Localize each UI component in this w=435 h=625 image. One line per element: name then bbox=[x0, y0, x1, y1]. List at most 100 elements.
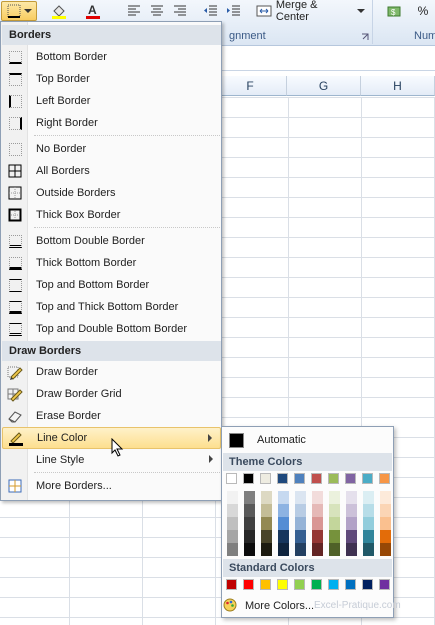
theme-shade-swatch[interactable] bbox=[295, 517, 306, 530]
automatic-color-item[interactable]: Automatic bbox=[223, 429, 392, 451]
menu-item-draw-border-grid[interactable]: Draw Border Grid bbox=[2, 383, 221, 405]
standard-swatch[interactable] bbox=[379, 579, 390, 590]
column-header-g[interactable]: G bbox=[287, 76, 361, 96]
theme-shade-swatch[interactable] bbox=[363, 530, 374, 543]
theme-shade-swatch[interactable] bbox=[329, 543, 340, 556]
theme-shade-swatch[interactable] bbox=[380, 543, 391, 556]
theme-shade-swatch[interactable] bbox=[295, 543, 306, 556]
percent-style-button[interactable]: % bbox=[414, 1, 432, 21]
theme-shade-swatch[interactable] bbox=[227, 530, 238, 543]
theme-shade-swatch[interactable] bbox=[312, 491, 323, 504]
standard-swatch[interactable] bbox=[362, 579, 373, 590]
theme-shade-swatch[interactable] bbox=[295, 491, 306, 504]
theme-shade-swatch[interactable] bbox=[244, 491, 255, 504]
theme-shade-swatch[interactable] bbox=[261, 491, 272, 504]
menu-item-top-thick-bottom-border[interactable]: Top and Thick Bottom Border bbox=[2, 296, 221, 318]
menu-item-bottom-border[interactable]: Bottom Border bbox=[2, 46, 221, 68]
theme-shade-swatch[interactable] bbox=[278, 543, 289, 556]
theme-shade-swatch[interactable] bbox=[346, 504, 357, 517]
theme-shade-swatch[interactable] bbox=[346, 530, 357, 543]
menu-item-more-borders[interactable]: More Borders... bbox=[2, 475, 221, 497]
theme-shade-swatch[interactable] bbox=[312, 517, 323, 530]
menu-item-erase-border[interactable]: Erase Border bbox=[2, 405, 221, 427]
theme-shade-swatch[interactable] bbox=[363, 491, 374, 504]
menu-item-all-borders[interactable]: All Borders bbox=[2, 160, 221, 182]
standard-swatch[interactable] bbox=[277, 579, 288, 590]
menu-item-draw-border[interactable]: Draw Border bbox=[2, 361, 221, 383]
align-center-button[interactable] bbox=[147, 1, 167, 21]
theme-shade-swatch[interactable] bbox=[329, 530, 340, 543]
standard-swatch[interactable] bbox=[345, 579, 356, 590]
theme-swatch[interactable] bbox=[345, 473, 356, 484]
theme-shade-swatch[interactable] bbox=[329, 491, 340, 504]
menu-item-top-border[interactable]: Top Border bbox=[2, 68, 221, 90]
theme-shade-swatch[interactable] bbox=[278, 517, 289, 530]
menu-item-line-style[interactable]: Line Style bbox=[2, 449, 221, 471]
align-right-button[interactable] bbox=[170, 1, 190, 21]
menu-item-bottom-double-border[interactable]: Bottom Double Border bbox=[2, 230, 221, 252]
menu-item-left-border[interactable]: Left Border bbox=[2, 90, 221, 112]
theme-shade-swatch[interactable] bbox=[278, 491, 289, 504]
standard-swatch[interactable] bbox=[243, 579, 254, 590]
menu-item-right-border[interactable]: Right Border bbox=[2, 112, 221, 134]
theme-shade-swatch[interactable] bbox=[278, 530, 289, 543]
theme-shade-swatch[interactable] bbox=[380, 517, 391, 530]
theme-shade-swatch[interactable] bbox=[312, 504, 323, 517]
theme-shade-swatch[interactable] bbox=[227, 504, 238, 517]
theme-shade-swatch[interactable] bbox=[295, 530, 306, 543]
font-color-button[interactable]: A bbox=[78, 1, 108, 21]
align-left-button[interactable] bbox=[124, 1, 144, 21]
menu-item-top-double-bottom-border[interactable]: Top and Double Bottom Border bbox=[2, 318, 221, 340]
theme-swatch[interactable] bbox=[328, 473, 339, 484]
merge-center-button[interactable]: Merge & Center bbox=[253, 0, 365, 23]
theme-shade-swatch[interactable] bbox=[312, 543, 323, 556]
column-header-h[interactable]: H bbox=[361, 76, 435, 96]
theme-shade-swatch[interactable] bbox=[346, 491, 357, 504]
standard-swatch[interactable] bbox=[311, 579, 322, 590]
standard-swatch[interactable] bbox=[226, 579, 237, 590]
theme-swatch[interactable] bbox=[379, 473, 390, 484]
menu-item-thick-bottom-border[interactable]: Thick Bottom Border bbox=[2, 252, 221, 274]
theme-swatch[interactable] bbox=[226, 473, 237, 484]
theme-swatch[interactable] bbox=[311, 473, 322, 484]
increase-indent-button[interactable] bbox=[223, 1, 243, 21]
fill-color-button[interactable] bbox=[44, 1, 74, 21]
theme-shade-swatch[interactable] bbox=[227, 543, 238, 556]
theme-shade-swatch[interactable] bbox=[261, 517, 272, 530]
theme-shade-swatch[interactable] bbox=[278, 504, 289, 517]
theme-shade-swatch[interactable] bbox=[244, 517, 255, 530]
theme-shade-swatch[interactable] bbox=[261, 530, 272, 543]
theme-shade-swatch[interactable] bbox=[244, 504, 255, 517]
theme-shade-swatch[interactable] bbox=[346, 543, 357, 556]
menu-item-top-bottom-border[interactable]: Top and Bottom Border bbox=[2, 274, 221, 296]
theme-shade-swatch[interactable] bbox=[227, 491, 238, 504]
standard-swatch[interactable] bbox=[260, 579, 271, 590]
theme-shade-swatch[interactable] bbox=[380, 491, 391, 504]
standard-swatch[interactable] bbox=[328, 579, 339, 590]
column-header-f[interactable]: F bbox=[214, 76, 287, 96]
theme-shade-swatch[interactable] bbox=[261, 543, 272, 556]
theme-shade-swatch[interactable] bbox=[312, 530, 323, 543]
menu-item-thick-box-border[interactable]: Thick Box Border bbox=[2, 204, 221, 226]
theme-shade-swatch[interactable] bbox=[363, 504, 374, 517]
decrease-indent-button[interactable] bbox=[200, 1, 220, 21]
theme-shade-swatch[interactable] bbox=[295, 504, 306, 517]
theme-shade-swatch[interactable] bbox=[380, 530, 391, 543]
menu-item-no-border[interactable]: No Border bbox=[2, 138, 221, 160]
theme-shade-swatch[interactable] bbox=[346, 517, 357, 530]
theme-swatch[interactable] bbox=[294, 473, 305, 484]
borders-dropdown-button[interactable] bbox=[1, 1, 37, 21]
theme-swatch[interactable] bbox=[277, 473, 288, 484]
theme-shade-swatch[interactable] bbox=[329, 504, 340, 517]
menu-item-outside-borders[interactable]: Outside Borders bbox=[2, 182, 221, 204]
theme-swatch[interactable] bbox=[260, 473, 271, 484]
theme-shade-swatch[interactable] bbox=[363, 543, 374, 556]
theme-shade-swatch[interactable] bbox=[363, 517, 374, 530]
accounting-format-button[interactable]: $ bbox=[381, 1, 409, 21]
theme-shade-swatch[interactable] bbox=[261, 504, 272, 517]
theme-shade-swatch[interactable] bbox=[227, 517, 238, 530]
theme-shade-swatch[interactable] bbox=[329, 517, 340, 530]
standard-swatch[interactable] bbox=[294, 579, 305, 590]
theme-shade-swatch[interactable] bbox=[244, 543, 255, 556]
theme-shade-swatch[interactable] bbox=[244, 530, 255, 543]
